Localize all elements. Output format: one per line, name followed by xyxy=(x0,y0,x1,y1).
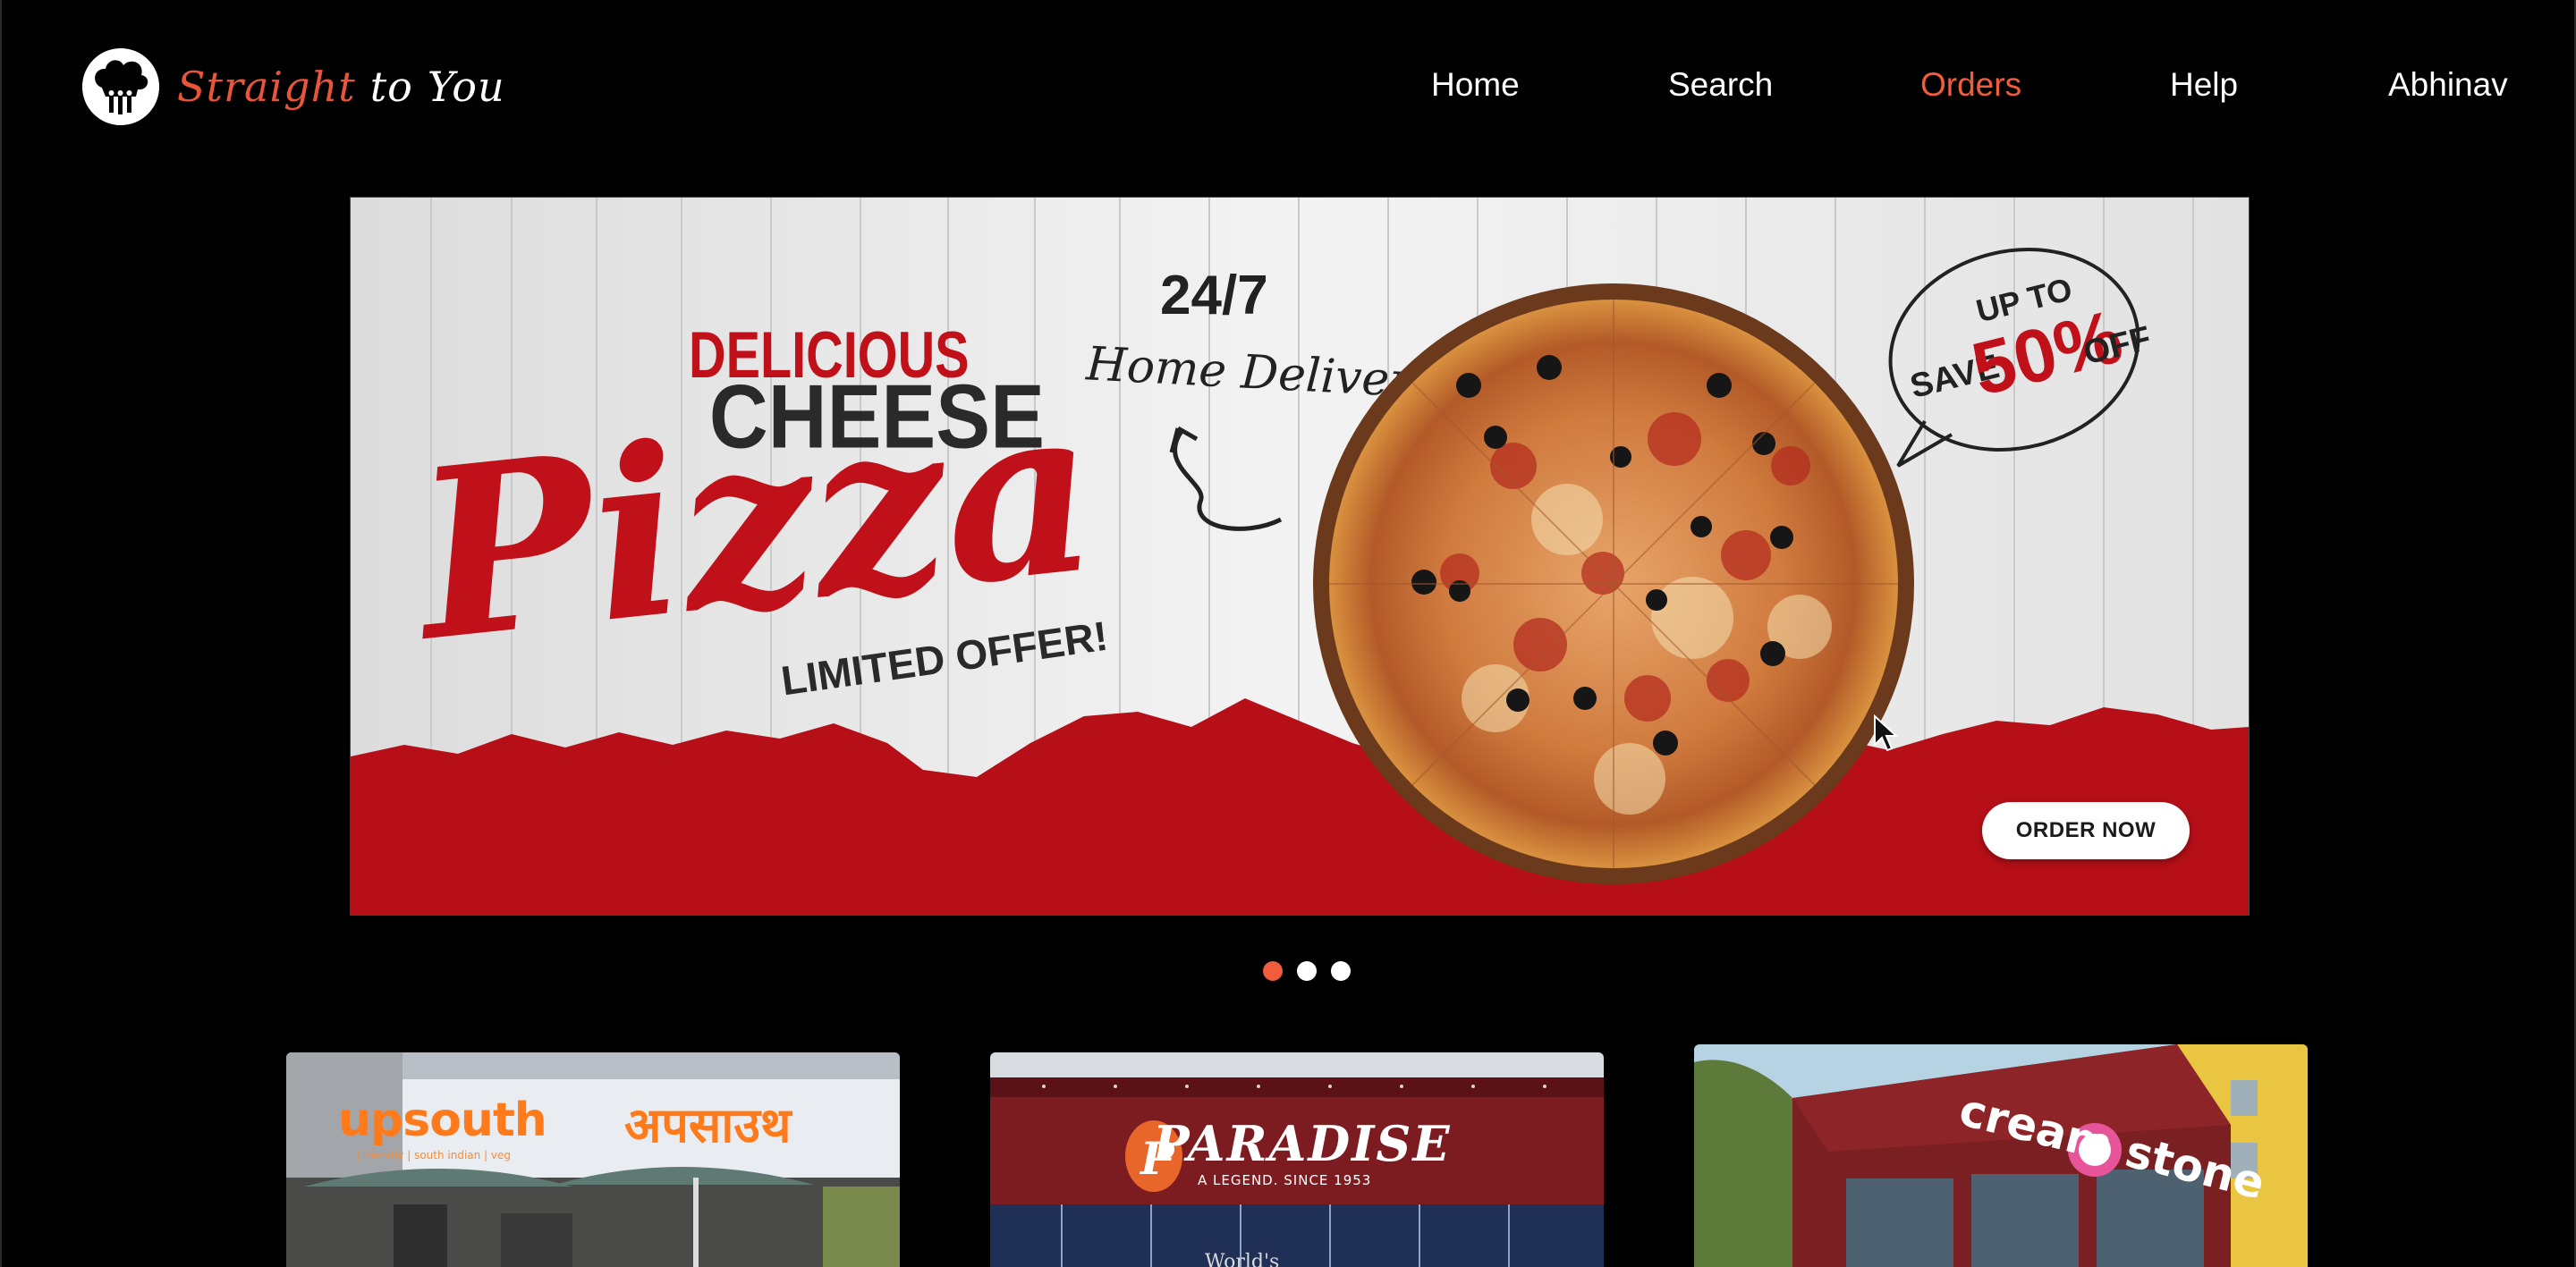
pizza-image xyxy=(1313,283,1914,884)
restaurant-tagline: | friendly | south indian | veg xyxy=(356,1149,512,1161)
restaurant-card-paradise[interactable]: P PARADISE A LEGEND. SINCE 1953 World's xyxy=(990,1052,1604,1267)
banner-artwork: DELICIOUS CHEESE Pizza LIMITED OFFER! 24… xyxy=(351,198,2249,915)
delivery-hours-text: 24/7 xyxy=(1160,265,1268,326)
restaurant-card-upsouth[interactable]: upsouth अपसाउथ | friendly | south indian… xyxy=(286,1052,900,1267)
order-now-button[interactable]: ORDER NOW xyxy=(1982,802,2190,859)
restaurant-name-local: अपसाउथ xyxy=(624,1097,792,1153)
restaurant-card-cream-stone[interactable]: cream stone xyxy=(1694,1044,2308,1267)
nav-orders[interactable]: Orders xyxy=(1920,66,2021,104)
restaurant-name: upsouth xyxy=(338,1094,547,1147)
nav-user-profile[interactable]: Abhinav xyxy=(2388,66,2508,104)
brand-wordmark: Straight to You xyxy=(177,63,505,111)
nav-help[interactable]: Help xyxy=(2170,66,2238,104)
carousel-dot-3[interactable] xyxy=(1331,961,1351,981)
brand-word-3: You xyxy=(427,63,505,111)
restaurant-tagline: A LEGEND. SINCE 1953 xyxy=(1198,1172,1372,1188)
carousel-dot-2[interactable] xyxy=(1297,961,1317,981)
carousel-indicators xyxy=(1263,961,1351,981)
chef-hat-icon xyxy=(82,48,159,125)
brand-logo[interactable]: Straight to You xyxy=(82,48,505,125)
brand-word-2: to xyxy=(369,63,413,111)
mouse-cursor-icon xyxy=(1874,714,1899,752)
promo-banner[interactable]: DELICIOUS CHEESE Pizza LIMITED OFFER! 24… xyxy=(350,197,2250,916)
carousel-dot-1[interactable] xyxy=(1263,961,1283,981)
nav-home[interactable]: Home xyxy=(1431,66,1520,104)
restaurant-sign-text: World's xyxy=(1205,1251,1280,1267)
restaurant-name: PARADISE xyxy=(1153,1115,1452,1172)
brand-word-1: Straight xyxy=(177,63,356,111)
nav-search[interactable]: Search xyxy=(1668,66,1773,104)
